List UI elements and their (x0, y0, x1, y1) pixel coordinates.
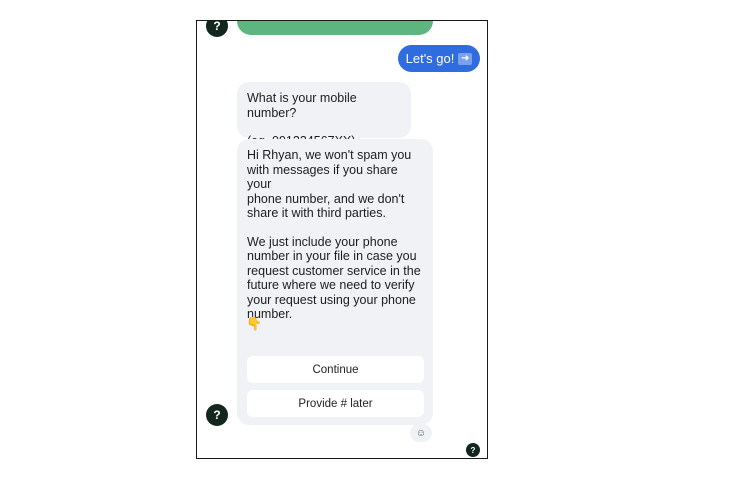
continue-button-label: Continue (312, 363, 359, 376)
question-text: What is your mobile number? (247, 91, 357, 120)
pointing-down-icon: 👇 (246, 316, 263, 331)
privacy-paragraph-2: We just include your phone number in you… (247, 234, 421, 322)
bot-avatar: ? (206, 20, 228, 37)
bot-avatar: ? (206, 404, 228, 426)
add-reaction-button[interactable]: ☺ (410, 424, 432, 442)
user-message-text: Let's go! (405, 51, 455, 66)
typing-avatar: ? (466, 443, 480, 457)
previous-message-bubble (237, 21, 433, 35)
bot-question-bubble: What is your mobile number? (eg. 0912345… (237, 82, 411, 148)
provide-later-button-label: Provide # later (298, 397, 373, 410)
emoji-reaction-icon: ☺ (415, 427, 427, 439)
avatar-glyph: ? (470, 445, 476, 455)
continue-button[interactable]: Continue (247, 356, 424, 383)
avatar-glyph: ? (213, 408, 221, 422)
privacy-paragraph-1: Hi Rhyan, we won't spam you with message… (247, 148, 412, 220)
avatar-glyph: ? (213, 20, 221, 33)
user-message-bubble: Let's go! ➜ (398, 45, 480, 72)
provide-later-button[interactable]: Provide # later (247, 390, 424, 417)
arrow-right-icon: ➜ (458, 52, 473, 65)
chat-window: ? Let's go! ➜ What is your mobile number… (196, 20, 488, 459)
